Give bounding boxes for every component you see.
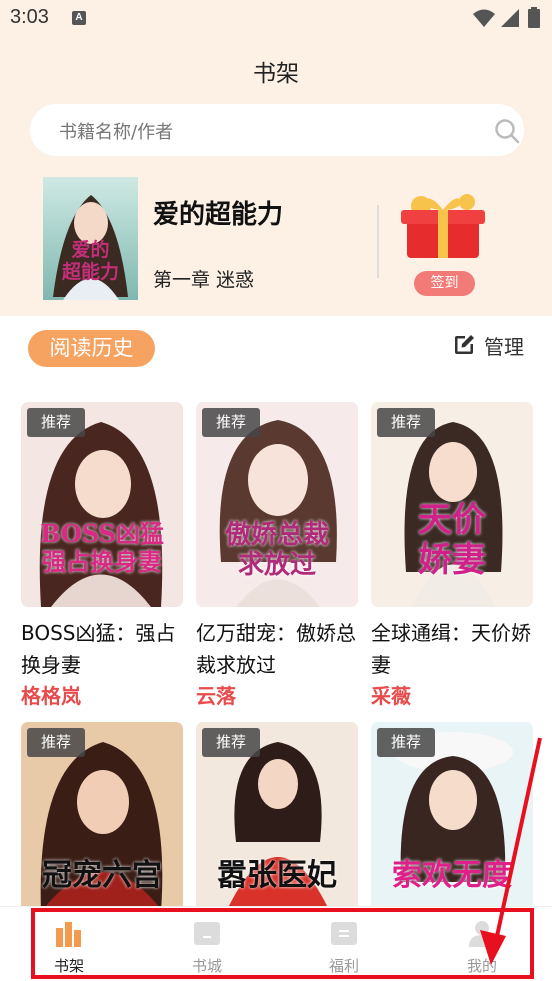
recommend-badge: 推荐 — [377, 408, 435, 437]
battery-icon — [528, 7, 540, 28]
current-book-title[interactable]: 爱的超能力 — [153, 194, 283, 231]
wifi-icon — [473, 9, 495, 27]
book-cover-title: 天价 娇妻 — [418, 500, 486, 580]
notification-icon: A — [72, 11, 86, 25]
book-author: 云落 — [196, 684, 236, 708]
manage-button[interactable]: 管理 — [452, 330, 524, 360]
manage-label: 管理 — [484, 334, 524, 359]
signin-button[interactable]: 签到 — [414, 271, 475, 296]
book-title[interactable]: 亿万甜宠：傲娇总裁求放过 — [196, 617, 362, 681]
book-cover[interactable]: 推荐 天价 娇妻 — [371, 402, 533, 607]
book-title[interactable]: 全球通缉：天价娇妻 — [371, 617, 537, 681]
reading-history-tab[interactable]: 阅读历史 — [28, 330, 155, 367]
recommend-badge: 推荐 — [27, 408, 85, 437]
signal-icon — [501, 9, 519, 27]
book-cover-title: 傲娇总裁 求放过 — [224, 520, 329, 580]
book-title[interactable]: BOSS凶猛：强占换身妻 — [21, 617, 187, 681]
divider — [377, 205, 379, 278]
book-cover[interactable]: 推荐 傲娇总裁 求放过 — [196, 402, 358, 607]
status-bar: 3:03 A — [0, 0, 552, 36]
search-input[interactable]: 书籍名称/作者 — [30, 104, 524, 156]
book-cover[interactable]: 推荐 冠宠六宫 — [21, 722, 183, 912]
book-author: 采薇 — [371, 684, 411, 708]
book-cover[interactable]: 推荐 索欢无度 — [371, 722, 533, 912]
recommend-badge: 推荐 — [377, 728, 435, 757]
current-book-cover[interactable]: 爱的 超能力 — [43, 177, 138, 300]
recommend-badge: 推荐 — [202, 728, 260, 757]
book-author: 格格岚 — [21, 684, 81, 708]
recommend-badge: 推荐 — [202, 408, 260, 437]
current-chapter[interactable]: 第一章 迷惑 — [153, 265, 254, 292]
book-cover-title: BOSS凶猛 强占换身妻 — [40, 519, 164, 576]
current-cover-title: 爱的 超能力 — [61, 239, 119, 283]
gift-icon[interactable] — [393, 188, 493, 263]
annotation-highlight-box — [31, 908, 534, 979]
book-cover-title: 索欢无度 — [392, 858, 512, 893]
search-placeholder: 书籍名称/作者 — [59, 122, 174, 143]
book-cover-title: 冠宠六宫 — [42, 858, 162, 893]
recommend-badge: 推荐 — [27, 728, 85, 757]
page-title: 书架 — [253, 61, 299, 87]
status-time: 3:03 — [10, 6, 49, 28]
edit-icon — [455, 335, 474, 354]
book-cover-title: 嚣张医妃 — [217, 858, 337, 893]
book-cover[interactable]: 推荐 嚣张医妃 — [196, 722, 358, 912]
search-icon[interactable] — [494, 118, 520, 144]
book-cover[interactable]: 推荐 BOSS凶猛 强占换身妻 — [21, 402, 183, 607]
